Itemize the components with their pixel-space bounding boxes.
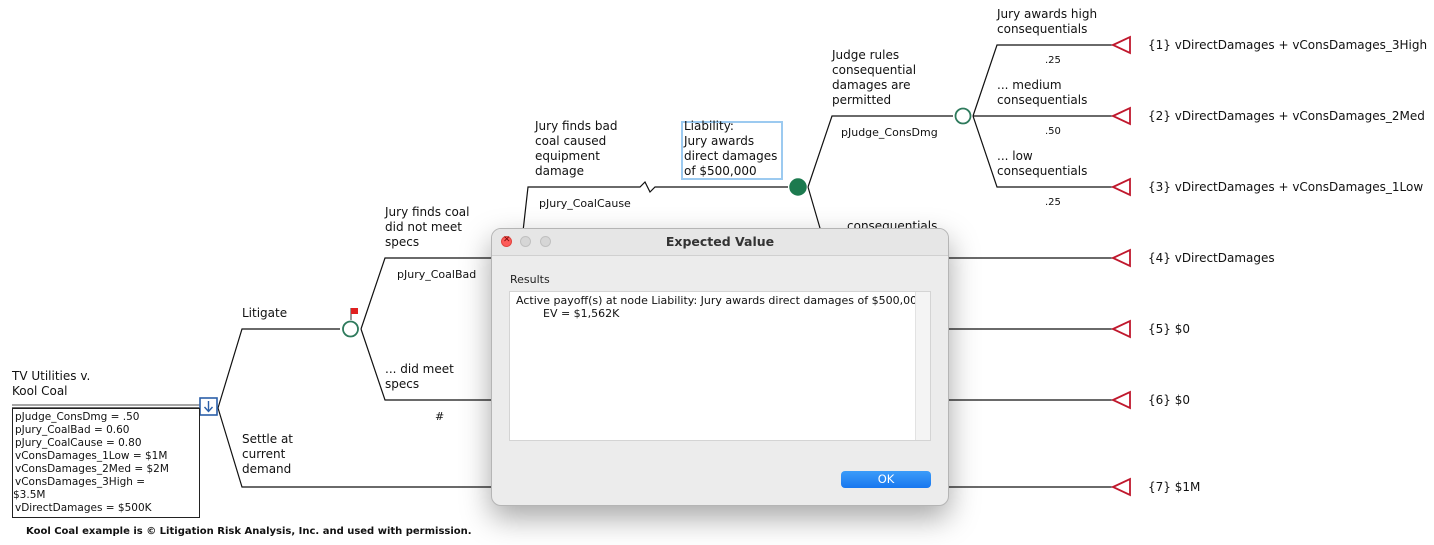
branch-cause-line4[interactable]: damage [535,164,584,179]
branch-judge-line3[interactable]: damages are [832,78,911,93]
branch-medium-line1[interactable]: ... medium [997,78,1062,93]
payoff-1: {1} vDirectDamages + vConsDamages_3High [1148,38,1428,52]
payoff-7: {7} $1M [1148,480,1201,494]
branch-high-line2[interactable]: consequentials [997,22,1087,37]
branch-judge-line1[interactable]: Judge rules [832,48,899,63]
node-liability-line4[interactable]: of $500,000 [684,164,757,179]
flag-icon [350,308,358,320]
results-text-area[interactable]: Active payoff(s) at node Liability: Jury… [509,291,931,441]
branch-settle-line2[interactable]: current [242,447,285,462]
definition-line: pJudge_ConsDmg = .50 [15,411,140,423]
definition-line: pJury_CoalBad = 0.60 [15,424,130,436]
node-liability-line1[interactable]: Liability: [684,119,734,134]
terminal-node-3[interactable] [1110,177,1131,197]
branch-did-meet-prob: # [435,410,445,423]
branch-judge-line2[interactable]: consequential [832,63,916,78]
chance-node-judge[interactable] [954,107,972,125]
payoff-5: {5} $0 [1148,322,1190,336]
definition-line: vDirectDamages = $500K [15,502,152,514]
branch-settle-line3[interactable]: demand [242,462,291,477]
branch-settle-line1[interactable]: Settle at [242,432,293,447]
branch-cause-line2[interactable]: coal caused [535,134,606,149]
chance-node-litigate[interactable] [342,320,359,338]
definition-line: vConsDamages_2Med = $2M [15,463,169,475]
branch-high-line1[interactable]: Jury awards high [997,7,1097,22]
terminal-node-4[interactable] [1110,248,1131,268]
branch-jury-bad-line2[interactable]: did not meet [385,220,462,235]
branch-jury-bad-variable: pJury_CoalBad [397,268,477,281]
branch-low-line1[interactable]: ... low [997,149,1033,164]
branch-judge-variable: pJudge_ConsDmg [841,126,938,139]
prob-low: .25 [1045,197,1061,208]
definition-line: vConsDamages_1Low = $1M [15,450,168,462]
results-scrollbar[interactable] [915,292,930,440]
definition-line: $3.5M [13,489,46,501]
payoff-3: {3} vDirectDamages + vConsDamages_1Low [1148,180,1424,194]
branch-jury-bad-line1[interactable]: Jury finds coal [385,205,469,220]
node-liability-line3[interactable]: direct damages [684,149,777,164]
terminal-node-7[interactable] [1110,477,1131,497]
terminal-node-2[interactable] [1110,106,1131,126]
copyright-note: Kool Coal example is © Litigation Risk A… [26,526,472,537]
branch-did-meet-line1[interactable]: ... did meet [385,362,454,377]
branch-cause-variable: pJury_CoalCause [539,197,631,210]
branch-cause-line3[interactable]: equipment [535,149,600,164]
prob-high: .25 [1045,55,1061,66]
ok-button[interactable]: OK [841,471,931,488]
terminal-node-1[interactable] [1110,35,1131,55]
branch-low-line2[interactable]: consequentials [997,164,1087,179]
payoff-4: {4} vDirectDamages [1148,251,1275,265]
dialog-titlebar[interactable]: ✕ Expected Value [492,229,948,256]
decision-node-root[interactable] [199,397,218,416]
root-title-line2: Kool Coal [12,384,68,398]
branch-litigate[interactable]: Litigate [242,306,287,321]
chance-node-liability[interactable] [789,178,807,196]
definition-line: pJury_CoalCause = 0.80 [15,437,142,449]
result-line-2: EV = $1,562K [543,307,620,320]
root-title-line1: TV Utilities v. [12,369,91,383]
terminal-node-5[interactable] [1110,319,1131,339]
branch-did-meet-line2[interactable]: specs [385,377,419,392]
expected-value-dialog: ✕ Expected Value Results Active payoff(s… [491,228,949,506]
result-line-1: Active payoff(s) at node Liability: Jury… [516,294,928,307]
results-label: Results [510,273,550,286]
payoff-6: {6} $0 [1148,393,1190,407]
branch-judge-line4[interactable]: permitted [832,93,891,108]
payoff-2: {2} vDirectDamages + vConsDamages_2Med [1148,109,1425,123]
dialog-title: Expected Value [665,234,775,249]
definition-line: vConsDamages_3High = [15,476,146,488]
node-liability-line2[interactable]: Jury awards [684,134,754,149]
branch-medium-line2[interactable]: consequentials [997,93,1087,108]
definitions-box[interactable]: pJudge_ConsDmg = .50 pJury_CoalBad = 0.6… [12,408,200,518]
prob-medium: .50 [1045,126,1061,137]
branch-cause-line1[interactable]: Jury finds bad [535,119,617,134]
branch-jury-bad-line3[interactable]: specs [385,235,419,250]
terminal-node-6[interactable] [1110,390,1131,410]
